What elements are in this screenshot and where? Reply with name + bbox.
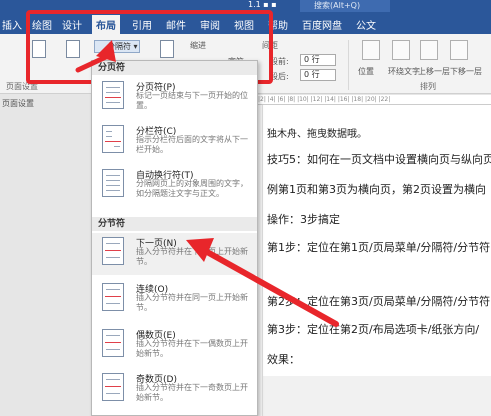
menu-item-desc: 分隔网页上的对象周围的文字，如分隔题注文字与正文。 <box>136 179 248 198</box>
bring-forward-icon[interactable] <box>420 40 438 60</box>
menu-item-desc: 标记一页结束与下一页开始的位置。 <box>136 91 248 110</box>
wrap-text-icon[interactable] <box>392 40 410 60</box>
window-title: 1.1 ▪ ▪ <box>248 0 277 9</box>
bring-forward-label: 上移一层 <box>418 67 450 76</box>
menu-item-page-break[interactable]: 分页符(P) 标记一页结束与下一页开始的位置。 <box>92 77 257 119</box>
menu-item-next-page[interactable]: 下一页(N) 插入分节符并在下一页上开始新节。 <box>92 233 257 275</box>
send-backward-icon[interactable] <box>450 40 468 60</box>
tab-baidu[interactable]: 百度网盘 <box>302 17 342 32</box>
tab-official[interactable]: 公文 <box>356 17 376 32</box>
search-box[interactable]: 搜索(Alt+Q) <box>300 0 390 12</box>
position-icon[interactable] <box>362 40 380 60</box>
doc-image-placeholder <box>263 376 491 416</box>
doc-line: 第3步：定位在第2页/布局选项卡/纸张方向/ <box>267 323 480 336</box>
menu-item-desc: 插入分节符并在下一偶数页上开始新节。 <box>136 339 248 358</box>
page-break-icon <box>102 81 124 109</box>
horizontal-ruler[interactable]: |2| |4| |6| |8| |10| |12| |14| |16| |18|… <box>258 95 491 105</box>
menu-item-desc: 插入分节符并在下一页上开始新节。 <box>136 247 248 266</box>
continuous-icon <box>102 283 124 311</box>
menu-item-column-break[interactable]: 分栏符(C) 指示分栏符后面的文字将从下一栏开始。 <box>92 121 257 163</box>
doc-line: 效果： <box>267 353 300 366</box>
wrap-text-label: 环绕文字 <box>388 67 420 76</box>
tab-insert[interactable]: 插入 <box>2 17 22 32</box>
spacing-after-field[interactable]: 0 行 <box>300 69 336 81</box>
separator <box>348 40 349 90</box>
doc-line: 第1步：定位在第1页/页局菜单/分隔符/分节符 <box>267 241 491 254</box>
section-breaks-header: 分节符 <box>92 217 257 231</box>
menu-item-odd-page[interactable]: 奇数页(D) 插入分节符并在下一奇数页上开始新节。 <box>92 369 257 411</box>
doc-line: 操作：3步搞定 <box>267 213 340 226</box>
menu-item-text-wrapping[interactable]: 自动换行符(T) 分隔网页上的对象周围的文字，如分隔题注文字与正文。 <box>92 165 257 215</box>
even-page-icon <box>102 329 124 357</box>
menu-item-even-page[interactable]: 偶数页(E) 插入分节符并在下一偶数页上开始新节。 <box>92 325 257 367</box>
column-break-icon <box>102 125 124 153</box>
position-label: 位置 <box>358 67 374 76</box>
arrange-group-label: 排列 <box>420 82 436 91</box>
spacing-before-field[interactable]: 0 行 <box>300 54 336 66</box>
next-page-icon <box>102 237 124 265</box>
doc-line: 例第1页和第3页为横向页，第2页设置为横向 <box>267 183 486 196</box>
doc-line: 第2步：定位在第3页/页局菜单/分隔符/分节符 <box>267 295 491 308</box>
document-page[interactable]: 独木舟、拖曳数据哦。 技巧5：如何在一页文档中设置横向页与纵向页 例第1页和第3… <box>263 105 491 416</box>
menu-item-continuous[interactable]: 连续(O) 插入分节符并在同一页上开始新节。 <box>92 279 257 321</box>
send-backward-label: 下移一层 <box>450 67 482 76</box>
page-breaks-header: 分页符 <box>92 61 257 75</box>
menu-item-desc: 插入分节符并在下一奇数页上开始新节。 <box>136 383 248 402</box>
odd-page-icon <box>102 373 124 401</box>
menu-item-desc: 插入分节符并在同一页上开始新节。 <box>136 293 248 312</box>
doc-line: 技巧5：如何在一页文档中设置横向页与纵向页 <box>267 153 491 166</box>
menu-item-desc: 指示分栏符后面的文字将从下一栏开始。 <box>136 135 248 154</box>
doc-line: 独木舟、拖曳数据哦。 <box>267 129 367 140</box>
text-wrapping-icon <box>102 169 124 197</box>
left-label: 页面设置 <box>2 99 34 108</box>
breaks-menu: 分页符 分页符(P) 标记一页结束与下一页开始的位置。 分栏符(C) 指示分栏符… <box>91 60 258 416</box>
